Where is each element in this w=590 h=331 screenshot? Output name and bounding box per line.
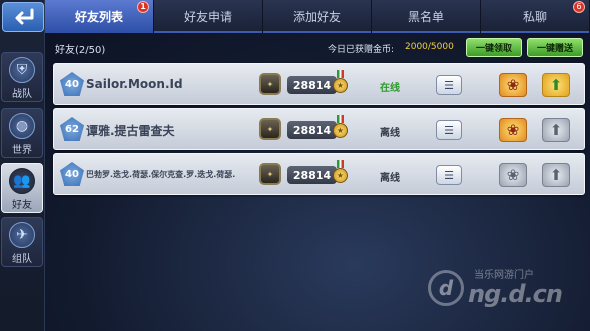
back-button[interactable] <box>2 2 44 32</box>
friend-row[interactable]: 62 谭雅.提古雷查夫 ✦ 28814 ★ 离线 ☰ ❀ ⬆ <box>53 108 585 150</box>
watermark-logo-icon: d <box>428 270 464 306</box>
claim-gift-button[interactable]: ❀ <box>499 73 527 97</box>
rank-icon: ✦ <box>259 73 281 95</box>
sidebar-item-label: 世界 <box>12 145 32 156</box>
chat-button[interactable]: ☰ <box>436 165 462 185</box>
medal-icon: ★ <box>333 78 348 93</box>
tab-blacklist[interactable]: 黑名单 <box>372 0 481 33</box>
level-badge: 40 <box>60 162 84 186</box>
send-gift-button[interactable]: ⬆ <box>542 73 570 97</box>
online-status: 离线 <box>380 128 400 139</box>
tab-private-chat[interactable]: 私聊 6 <box>481 0 590 33</box>
power-score: 28814 <box>287 166 337 184</box>
sidebar-item-label: 好友 <box>12 200 32 211</box>
level-badge: 62 <box>60 117 84 141</box>
gold-received-value: 2000/5000 <box>405 42 454 52</box>
friends-header: 好友(2/50) 今日已获赠金币: 2000/5000 一键领取 一键赠送 <box>55 38 585 58</box>
site-watermark: d 当乐网游门户 ng.d.cn <box>428 266 578 311</box>
medal-ribbon-icon <box>337 70 344 78</box>
tab-add-friend[interactable]: 添加好友 <box>263 0 372 33</box>
sidebar-item-friends[interactable]: 👥 好友 <box>1 163 43 213</box>
friend-row[interactable]: 40 Sailor.Moon.Id ✦ 28814 ★ 在线 ☰ ❀ ⬆ <box>53 63 585 105</box>
chat-bubble-icon: ☰ <box>444 78 454 92</box>
player-name: 谭雅.提古雷查夫 <box>86 124 175 138</box>
player-name: Sailor.Moon.Id <box>86 77 183 91</box>
notification-badge: 6 <box>573 1 585 13</box>
tab-friend-requests[interactable]: 好友申请 <box>154 0 263 33</box>
player-name: 巴勃罗.迭戈.荷瑟.保尔克查.罗.迭戈.荷瑟. <box>86 170 236 179</box>
gift-box-icon: ❀ <box>506 121 520 139</box>
tab-friend-list[interactable]: 好友列表 1 <box>45 0 154 33</box>
power-score: 28814 <box>287 76 337 94</box>
claim-gift-button[interactable]: ❀ <box>499 118 527 142</box>
online-status: 离线 <box>380 173 400 184</box>
sidebar-item-world[interactable]: ◍ 世界 <box>1 108 43 158</box>
gold-received-label: 今日已获赠金币: <box>328 45 395 55</box>
watermark-domain: ng.d.cn <box>468 280 563 308</box>
send-gift-button: ⬆ <box>542 163 570 187</box>
send-all-button[interactable]: 一键赠送 <box>527 38 583 57</box>
send-coins-icon: ⬆ <box>549 121 563 139</box>
rank-icon: ✦ <box>259 163 281 185</box>
rank-icon: ✦ <box>259 118 281 140</box>
sidebar-item-label: 战队 <box>12 89 32 100</box>
tab-label: 好友列表 <box>74 10 123 24</box>
collect-all-button[interactable]: 一键领取 <box>466 38 522 57</box>
friend-count: 好友(2/50) <box>55 45 106 56</box>
chat-button[interactable]: ☰ <box>436 120 462 140</box>
tab-label: 黑名单 <box>407 10 444 24</box>
left-nav-rail: ⛨ 战队 ◍ 世界 👥 好友 ✈ 组队 <box>0 0 45 331</box>
tab-label: 好友申请 <box>183 10 232 24</box>
medal-ribbon-icon <box>337 115 344 123</box>
globe-icon: ◍ <box>9 113 35 139</box>
tab-bar: 好友列表 1 好友申请 添加好友 黑名单 私聊 6 <box>45 0 590 33</box>
send-gift-button: ⬆ <box>542 118 570 142</box>
medal-icon: ★ <box>333 123 348 138</box>
chat-bubble-icon: ☰ <box>444 123 454 137</box>
jet-icon: ✈ <box>9 222 35 248</box>
watermark-caption: 当乐网游门户 <box>474 270 534 281</box>
shield-icon: ⛨ <box>9 57 35 83</box>
level-badge: 40 <box>60 72 84 96</box>
sidebar-item-squad[interactable]: ✈ 组队 <box>1 217 43 267</box>
gift-box-icon: ❀ <box>506 166 520 184</box>
gift-box-icon: ❀ <box>506 76 520 94</box>
send-coins-icon: ⬆ <box>549 76 563 94</box>
friends-icon: 👥 <box>9 168 35 194</box>
chat-button[interactable]: ☰ <box>436 75 462 95</box>
online-status: 在线 <box>380 83 400 94</box>
notification-badge: 1 <box>137 1 149 13</box>
tab-label: 私聊 <box>522 10 547 24</box>
send-coins-icon: ⬆ <box>549 166 563 184</box>
tab-label: 添加好友 <box>292 10 341 24</box>
power-score: 28814 <box>287 121 337 139</box>
claim-gift-button: ❀ <box>499 163 527 187</box>
medal-icon: ★ <box>333 168 348 183</box>
sidebar-item-label: 组队 <box>12 254 32 265</box>
friend-row[interactable]: 40 巴勃罗.迭戈.荷瑟.保尔克查.罗.迭戈.荷瑟. ✦ 28814 ★ 离线 … <box>53 153 585 195</box>
medal-ribbon-icon <box>337 160 344 168</box>
chat-bubble-icon: ☰ <box>444 168 454 182</box>
back-arrow-icon <box>15 8 34 25</box>
sidebar-item-team[interactable]: ⛨ 战队 <box>1 52 43 102</box>
